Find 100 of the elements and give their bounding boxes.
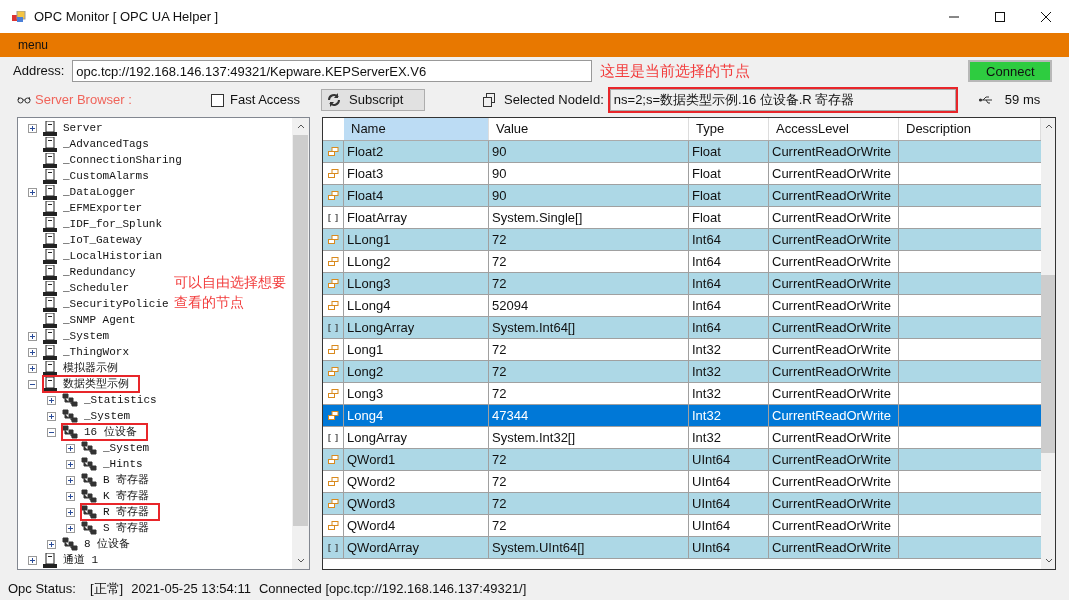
tree-item[interactable]: 通道 1 [43,552,99,568]
tree-item[interactable]: _Hints [81,456,143,472]
server-icon [43,136,57,152]
table-row[interactable]: Long3 72 Int32 CurrentReadOrWrite [323,383,1041,405]
tree-item[interactable]: Server [43,120,103,136]
tree-item[interactable]: _LocalHistorian [43,248,163,264]
table-row[interactable]: Float4 90 Float CurrentReadOrWrite [323,185,1041,207]
server-icon [43,312,57,328]
expand-toggle[interactable] [66,475,75,485]
expand-toggle[interactable] [66,507,75,517]
tree-item[interactable]: 8 位设备 [62,536,131,552]
nodes-icon [81,457,97,471]
table-cell: CurrentReadOrWrite [769,229,899,250]
expand-toggle[interactable] [47,539,56,549]
table-cell: 72 [489,449,689,470]
column-header[interactable]: Name [344,118,489,140]
expand-toggle[interactable] [28,347,37,357]
tree-item[interactable]: _Redundancy [43,264,136,280]
expand-toggle[interactable] [66,491,75,501]
copy-icon [483,93,496,107]
table-row[interactable]: LLong2 72 Int64 CurrentReadOrWrite [323,251,1041,273]
table-row[interactable]: QWord4 72 UInt64 CurrentReadOrWrite [323,515,1041,537]
table-row[interactable]: LLongArray System.Int64[] Int64 CurrentReadOrWrite [323,317,1041,339]
address-field[interactable]: opc.tcp://192.168.146.137:49321/Kepware.KEPServerEX.V6 [72,60,593,82]
table-row[interactable]: LLong4 52094 Int64 CurrentReadOrWrite [323,295,1041,317]
tree-item[interactable]: _ThingWorx [43,344,129,360]
scrollbar[interactable] [1041,118,1055,569]
table-cell: Float2 [344,141,489,162]
expand-toggle[interactable] [47,411,56,421]
tree-item[interactable]: _IoT_Gateway [43,232,143,248]
expand-toggle[interactable] [28,555,37,565]
tree-item[interactable]: _ConnectionSharing [43,152,182,168]
tree-item[interactable]: _CustomAlarms [43,168,149,184]
menu-item[interactable]: menu [12,36,55,54]
selected-nodeid-label: Selected NodeId: [504,91,604,110]
collapse-toggle[interactable] [28,379,37,389]
status-state: [正常] [89,580,124,599]
tree-item[interactable]: _System [81,440,150,456]
tree-item[interactable]: _SNMP Agent [43,312,136,328]
expand-toggle[interactable] [66,523,75,533]
connect-button[interactable]: Connect [968,60,1053,82]
expand-toggle[interactable] [47,395,56,405]
latency-text: 59 ms [1004,91,1041,110]
tree-item[interactable]: _IDF_for_Splunk [43,216,163,232]
table-row[interactable]: QWord1 72 UInt64 CurrentReadOrWrite [323,449,1041,471]
tree-item[interactable]: _EFMExporter [43,200,143,216]
table-cell: Long1 [344,339,489,360]
table-cell: LLong3 [344,273,489,294]
nodeid-field[interactable]: ns=2;s=数据类型示例.16 位设备.R 寄存器 [609,89,956,111]
table-cell: UInt64 [689,449,769,470]
table-row[interactable]: Long4 47344 Int32 CurrentReadOrWrite [323,405,1041,427]
table-cell: Int64 [689,229,769,250]
table-row[interactable]: QWord2 72 UInt64 CurrentReadOrWrite [323,471,1041,493]
glasses-icon [17,96,31,104]
table-row[interactable]: LongArray System.Int32[] Int32 CurrentReadOrWrite [323,427,1041,449]
tree-item[interactable]: _Statistics [62,392,157,408]
expand-toggle[interactable] [28,123,37,133]
table-cell: CurrentReadOrWrite [769,185,899,206]
table-cell: CurrentReadOrWrite [769,537,899,558]
tree-item[interactable]: _Scheduler [43,280,129,296]
table-cell: Int32 [689,405,769,426]
table-row[interactable]: Long2 72 Int32 CurrentReadOrWrite [323,361,1041,383]
table-row[interactable]: LLong3 72 Int64 CurrentReadOrWrite [323,273,1041,295]
table-cell: CurrentReadOrWrite [769,471,899,492]
nodes-icon [81,521,97,535]
table-row[interactable]: QWordArray System.UInt64[] UInt64 CurrentReadOrWrite [323,537,1041,559]
table-row[interactable]: LLong1 72 Int64 CurrentReadOrWrite [323,229,1041,251]
collapse-toggle[interactable] [47,427,56,437]
subscript-button[interactable]: Subscript [321,89,426,111]
expand-toggle[interactable] [28,187,37,197]
tree-item[interactable]: _AdvancedTags [43,136,149,152]
table-cell: QWord4 [344,515,489,536]
scrollbar[interactable] [292,118,309,569]
tree-item[interactable]: K 寄存器 [81,488,150,504]
fast-access-checkbox[interactable]: Fast Access [211,90,301,110]
tree-item[interactable]: 模拟器示例 [43,360,118,376]
tree-item[interactable]: B 寄存器 [81,472,150,488]
table-cell: CurrentReadOrWrite [769,295,899,316]
table-row[interactable]: Float3 90 Float CurrentReadOrWrite [323,163,1041,185]
expand-toggle[interactable] [66,459,75,469]
table-row[interactable]: Long1 72 Int32 CurrentReadOrWrite [323,339,1041,361]
tree-item[interactable]: _DataLogger [43,184,136,200]
tree-item[interactable]: R 寄存器 [81,504,160,520]
table-row[interactable]: Float2 90 Float CurrentReadOrWrite [323,141,1041,163]
tree-item[interactable]: _SecurityPolicie [43,296,169,312]
tree-item[interactable]: S 寄存器 [81,520,150,536]
table-row[interactable]: FloatArray System.Single[] Float CurrentReadOrWrite [323,207,1041,229]
server-icon [43,344,57,360]
table-row[interactable]: QWord3 72 UInt64 CurrentReadOrWrite [323,493,1041,515]
tree-item[interactable]: 数据类型示例 [43,376,139,392]
tree-item[interactable]: 16 位设备 [62,424,147,440]
server-icon [43,280,57,296]
server-icon [43,296,57,312]
expand-toggle[interactable] [66,443,75,453]
expand-toggle[interactable] [28,331,37,341]
variable-icon [327,279,339,288]
tree-item[interactable]: _System [62,408,131,424]
expand-toggle[interactable] [28,363,37,373]
tree-item[interactable]: _System [43,328,110,344]
table-cell: 72 [489,229,689,250]
